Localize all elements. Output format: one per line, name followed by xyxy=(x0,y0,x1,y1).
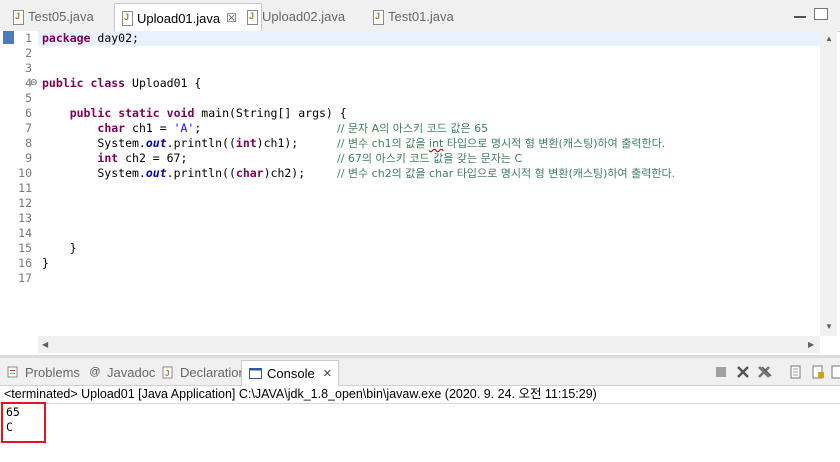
scroll-lock-icon[interactable] xyxy=(810,364,826,380)
tab-test05[interactable]: Test05.java xyxy=(6,4,94,29)
word-wrap-icon[interactable] xyxy=(828,364,840,380)
line-number: 10 xyxy=(18,166,32,180)
code-line-15: } xyxy=(42,241,77,255)
code-line-16: } xyxy=(42,256,49,270)
console-output-area[interactable]: 65 C xyxy=(0,403,840,462)
remove-all-terminated-icon[interactable] xyxy=(757,364,773,380)
editor-tab-bar: Test05.java Upload01.java ☒ Upload02.jav… xyxy=(0,0,840,32)
line-number: 9 xyxy=(25,151,32,165)
remove-launch-icon[interactable] xyxy=(735,364,751,380)
tab-label: Test01.java xyxy=(388,9,454,24)
line-number: 8 xyxy=(25,136,32,150)
code-line-6: public static void main(String[] args) { xyxy=(69,106,347,120)
line-number: 15 xyxy=(18,241,32,255)
line-number-gutter: 1 2 3 4 5 6 7 8 9 10 11 12 13 14 15 16 1… xyxy=(0,31,38,336)
vertical-scrollbar[interactable]: ▲ ▼ xyxy=(820,31,837,336)
java-file-icon xyxy=(372,9,384,25)
console-icon xyxy=(248,367,262,381)
line-number: 12 xyxy=(18,196,32,210)
line-number: 3 xyxy=(25,61,32,75)
code-comment: // 변수 ch2의 값을 char 타입으로 명시적 형 변환(캐스팅)하여 … xyxy=(337,167,676,180)
tab-problems[interactable]: Problems xyxy=(0,362,80,382)
line-number: 1 xyxy=(25,31,32,45)
code-line-4: public class Upload01 { xyxy=(42,76,202,90)
output-highlight-box xyxy=(1,402,46,443)
code-comment: // 문자 A의 아스키 코드 값은 65 xyxy=(337,122,489,135)
line-number: 6 xyxy=(25,106,32,120)
java-file-icon xyxy=(12,9,24,25)
code-comment: // 67의 아스키 코드 값을 갖는 문자는 C xyxy=(337,152,523,165)
code-line-7: char ch1 = 'A'; xyxy=(97,121,202,135)
problems-icon xyxy=(6,365,20,379)
tab-upload02[interactable]: Upload02.java xyxy=(240,4,345,29)
minimize-icon[interactable] xyxy=(794,16,806,18)
line-number: 11 xyxy=(18,181,32,195)
close-tab-icon[interactable]: ☒ xyxy=(226,11,237,25)
tab-label: Console xyxy=(267,366,315,381)
editor-area: Test05.java Upload01.java ☒ Upload02.jav… xyxy=(0,0,840,355)
tab-test01[interactable]: Test01.java xyxy=(366,4,454,29)
tab-console[interactable]: Console ✕ xyxy=(241,360,339,386)
line-number: 16 xyxy=(18,256,32,270)
tab-label: Problems xyxy=(25,364,80,380)
code-line-8: System.out.println((int)ch1); xyxy=(42,136,299,150)
tab-label: Upload01.java xyxy=(137,10,221,26)
tab-label: Javadoc xyxy=(107,364,156,380)
svg-text:J: J xyxy=(165,369,169,378)
close-tab-icon[interactable]: ✕ xyxy=(323,367,332,380)
tab-label: Test05.java xyxy=(28,9,94,24)
scroll-down-icon[interactable]: ▼ xyxy=(825,322,833,331)
console-status-line: <terminated> Upload01 [Java Application]… xyxy=(4,387,597,401)
declaration-icon: J xyxy=(161,365,175,379)
line-number: 5 xyxy=(25,91,32,105)
javadoc-icon: @ xyxy=(89,366,101,378)
code-line-9: int ch2 = 67; xyxy=(97,151,188,165)
line-number: 13 xyxy=(18,211,32,225)
fold-toggle-icon[interactable]: ⊖ xyxy=(30,78,38,88)
java-file-icon xyxy=(121,11,133,26)
tab-label: Declaration xyxy=(180,364,246,380)
code-comment: // 변수 ch1의 값을 int 타입으로 명시적 형 변환(캐스팅)하여 출… xyxy=(337,137,666,150)
tab-label: Upload02.java xyxy=(262,9,346,24)
java-file-icon xyxy=(246,9,258,25)
bookmark-icon[interactable] xyxy=(3,31,14,44)
code-editor[interactable]: package day02; public class Upload01 { p… xyxy=(42,31,822,336)
line-number: 2 xyxy=(25,46,32,60)
code-line-1: package day02; xyxy=(42,31,139,45)
scroll-up-icon[interactable]: ▲ xyxy=(825,34,833,43)
terminate-icon[interactable] xyxy=(713,364,729,380)
code-line-10: System.out.println((char)ch2); xyxy=(42,166,306,180)
line-number: 17 xyxy=(18,271,32,285)
line-number: 14 xyxy=(18,226,32,240)
scroll-left-icon[interactable]: ◀ xyxy=(42,340,48,349)
tab-javadoc[interactable]: @ Javadoc xyxy=(82,362,155,382)
line-number: 7 xyxy=(25,121,32,135)
tab-declaration[interactable]: J Declaration xyxy=(155,362,246,382)
scroll-right-icon[interactable]: ▶ xyxy=(808,340,814,349)
maximize-icon[interactable] xyxy=(814,8,828,20)
clear-console-icon[interactable] xyxy=(788,364,804,380)
horizontal-scrollbar[interactable]: ◀ ▶ xyxy=(38,336,820,353)
